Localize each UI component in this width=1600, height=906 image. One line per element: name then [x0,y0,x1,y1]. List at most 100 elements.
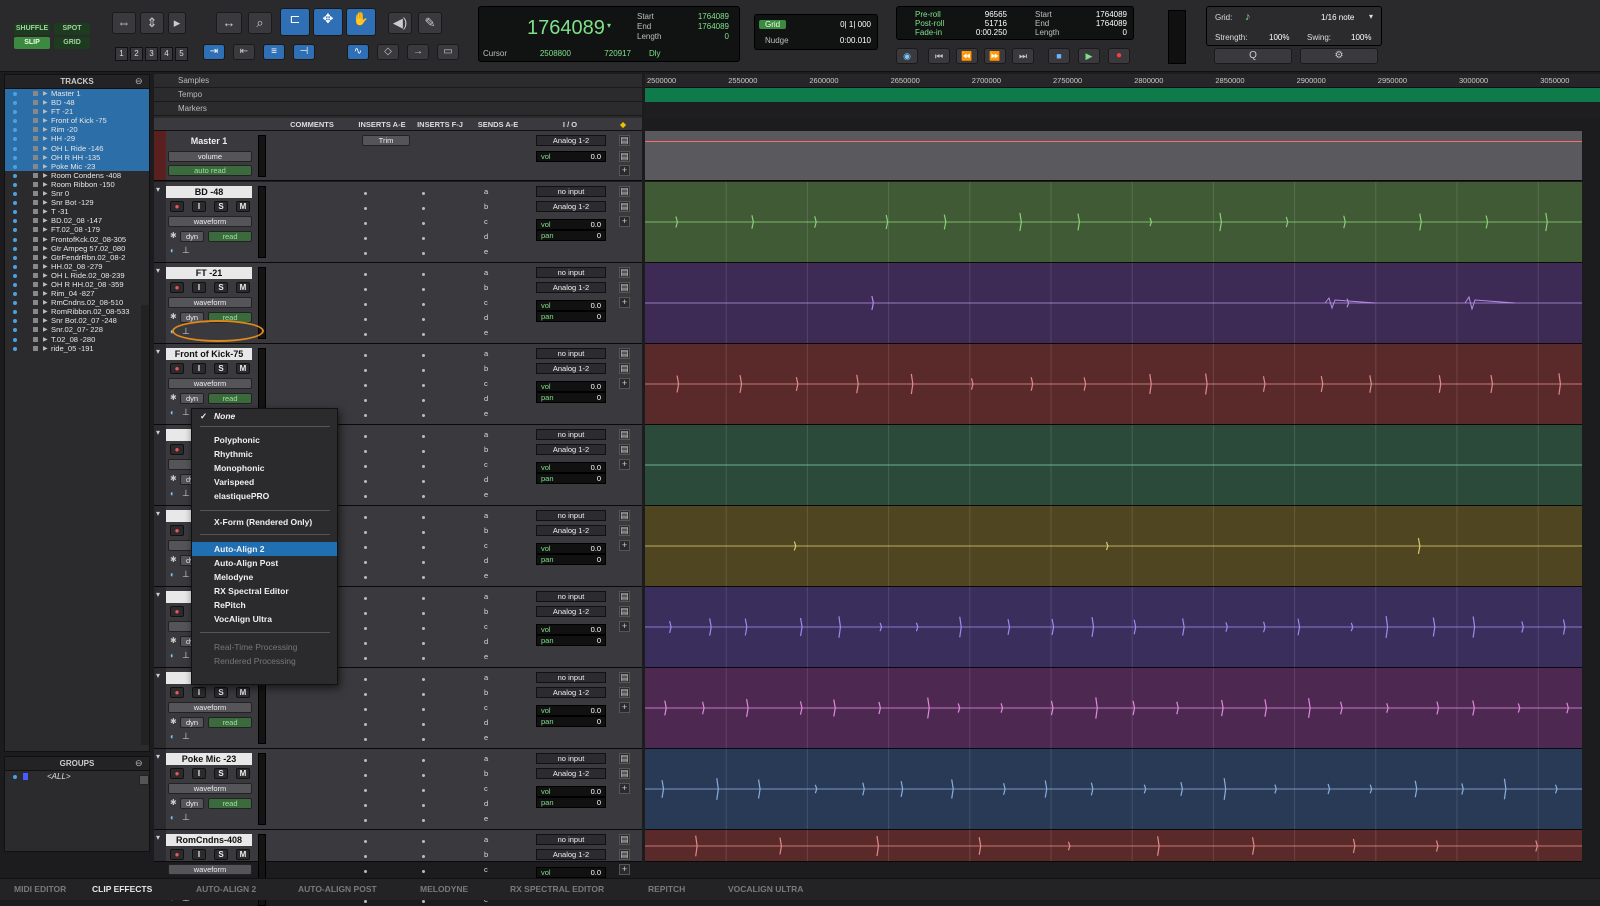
track-side-icon[interactable]: ▤ [619,672,630,683]
send-slot[interactable]: a [484,754,488,763]
insert-slot[interactable] [364,369,367,372]
elastic-audio-icon[interactable]: ◐ [170,408,175,417]
tab-repitch[interactable]: REPITCH [648,884,685,894]
clip-lane[interactable] [645,344,1582,425]
add-lane-icon[interactable]: + [619,216,630,227]
insert-slot[interactable] [364,738,367,741]
track-expand-icon[interactable]: ▾ [156,266,160,275]
show-hide-dot-icon[interactable] [13,201,17,206]
track-side-icon[interactable]: ▤ [619,282,630,293]
send-slot[interactable]: b [484,769,488,778]
volume-readout[interactable]: vol 0.0 [536,705,606,716]
input-selector[interactable]: no input [536,267,606,278]
show-hide-dot-icon[interactable] [13,137,17,142]
show-hide-dot-icon[interactable] [13,310,17,315]
volume-readout[interactable]: vol 0.0 [536,151,606,162]
elastic-audio-icon[interactable]: ◐ [170,570,175,579]
insert-slot[interactable] [364,450,367,453]
show-hide-dot-icon[interactable] [13,292,17,297]
fadein-label[interactable]: Fade-in [915,28,942,37]
output-selector[interactable]: Analog 1-2 [536,768,606,779]
send-slot[interactable]: d [484,475,488,484]
send-slot[interactable]: b [484,526,488,535]
insert-slot[interactable] [422,516,425,519]
insert-slot[interactable] [364,576,367,579]
track-expand-icon[interactable]: ▾ [156,428,160,437]
insert-slot[interactable] [422,819,425,822]
output-selector[interactable]: Analog 1-2 [536,525,606,536]
send-slot[interactable]: b [484,850,488,859]
end-value[interactable]: 1764089 [669,22,729,31]
solo-button[interactable]: S [214,282,228,293]
clip-lane[interactable] [645,668,1582,749]
insert-slot[interactable] [364,642,367,645]
postroll-label[interactable]: Post-roll [915,19,944,28]
insert-slot[interactable] [422,561,425,564]
send-slot[interactable]: d [484,637,488,646]
show-hide-dot-icon[interactable] [13,119,17,124]
io-column-header[interactable]: I / O [534,118,606,131]
fadein-value[interactable]: 0:00.250 [957,28,1007,37]
preroll-start-value[interactable]: 1764089 [1067,10,1127,19]
track-expand-icon[interactable]: ▾ [156,590,160,599]
groups-panel-menu-icon[interactable]: ⊖ [135,758,143,769]
grid-note-value[interactable]: 1/16 note [1321,13,1354,22]
mute-button[interactable]: M [236,363,250,374]
clip-lane[interactable] [645,506,1582,587]
length-value[interactable]: 0 [669,32,729,41]
track-list-item[interactable]: ▶ OH R HH.02_08 -359 [5,280,149,289]
input-monitor-button[interactable]: I [192,363,206,374]
clip-lane[interactable] [645,182,1582,263]
sends-ae-column-header[interactable]: SENDS A-E [470,118,526,131]
volume-automation-line[interactable] [645,141,1582,142]
menu-item-repitch[interactable]: RePitch [192,598,337,612]
group-all-item[interactable]: <ALL> [47,772,71,781]
pan-readout[interactable]: pan 0 [536,230,606,241]
swing-value[interactable]: 100% [1351,33,1371,42]
insert-slot[interactable] [364,561,367,564]
insert-slot[interactable] [422,678,425,681]
show-hide-dot-icon[interactable] [13,237,17,242]
preroll-length-value[interactable]: 0 [1067,28,1127,37]
send-slot[interactable]: a [484,349,488,358]
insert-slot[interactable] [422,642,425,645]
fast-forward-icon[interactable]: ⏩ [984,48,1006,64]
insert-slot[interactable] [364,354,367,357]
insert-slot[interactable] [422,273,425,276]
send-slot[interactable]: c [484,217,488,226]
main-counter[interactable]: 1764089 [527,17,605,40]
gear-icon[interactable]: ⚙ [1300,48,1378,64]
input-monitor-button[interactable]: I [192,201,206,212]
link-track-icon[interactable]: ⊣ [293,44,315,60]
insert-slot-trim[interactable]: Trim [362,135,410,146]
pan-readout[interactable]: pan 0 [536,311,606,322]
show-hide-dot-icon[interactable] [13,337,17,342]
input-monitor-button[interactable]: I [192,282,206,293]
insert-slot[interactable] [422,399,425,402]
view-selector[interactable]: waveform [168,216,252,227]
track-name[interactable]: Master 1 [166,135,252,147]
insert-slot[interactable] [422,354,425,357]
solo-button[interactable]: S [214,201,228,212]
view-selector[interactable]: waveform [168,783,252,794]
track-side-icon[interactable]: ▤ [619,348,630,359]
track-list-item[interactable]: ▶ Master 1 [5,89,149,99]
zoom-vertical-icon[interactable]: ⇕ [140,12,164,34]
insert-slot[interactable] [364,480,367,483]
volume-readout[interactable]: vol 0.0 [536,867,606,878]
menu-item-monophonic[interactable]: Monophonic [192,461,337,475]
send-slot[interactable]: d [484,232,488,241]
track-list-item[interactable]: ▶ T.02_08 -280 [5,335,149,344]
volume-readout[interactable]: vol 0.0 [536,462,606,473]
insert-slot[interactable] [422,252,425,255]
insert-slot[interactable] [364,693,367,696]
insert-slot[interactable] [364,414,367,417]
insert-slot[interactable] [422,435,425,438]
mute-button[interactable]: M [236,282,250,293]
insert-slot[interactable] [422,804,425,807]
track-name[interactable]: BD -48 [166,186,252,198]
show-hide-dot-icon[interactable] [13,192,17,197]
preroll-value[interactable]: 96565 [957,10,1007,19]
clip-lane[interactable] [645,587,1582,668]
insert-slot[interactable] [422,693,425,696]
